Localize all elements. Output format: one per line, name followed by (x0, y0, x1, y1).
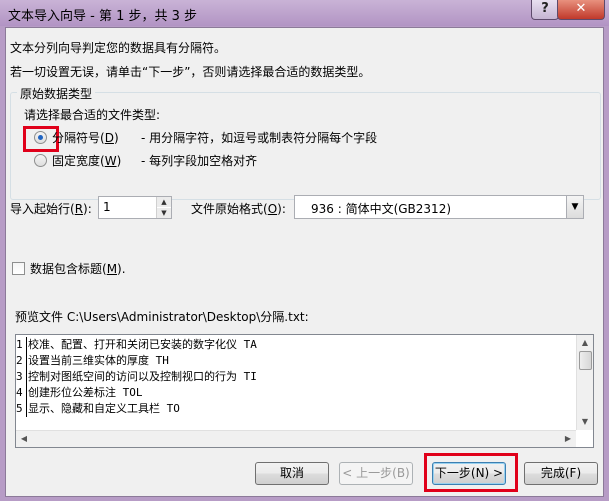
dropdown-arrow-icon[interactable]: ▼ (566, 196, 583, 218)
delimited-radio[interactable] (34, 131, 47, 144)
delimited-option[interactable]: 分隔符号(D) (52, 129, 119, 146)
horizontal-scrollbar[interactable]: ◀ ▶ (16, 430, 576, 447)
scroll-right-arrow-icon[interactable]: ▶ (560, 431, 576, 447)
next-button[interactable]: 下一步(N) > (432, 462, 506, 485)
back-button[interactable]: < 上一步(B) (339, 462, 413, 485)
delimited-description: - 用分隔字符，如逗号或制表符分隔每个字段 (141, 131, 378, 145)
scroll-left-arrow-icon[interactable]: ◀ (16, 431, 32, 447)
spin-up-arrow-icon[interactable]: ▲ (157, 197, 171, 207)
preview-label: 预览文件 C:\Users\Administrator\Desktop\分隔.t… (15, 310, 309, 324)
group-legend: 原始数据类型 (17, 85, 96, 102)
scroll-down-arrow-icon[interactable]: ▼ (577, 414, 593, 430)
start-row-label: 导入起始行(R): (10, 202, 92, 216)
close-button[interactable]: ✕ (557, 0, 605, 20)
preview-row: 2 设置当前三维实体的厚度 TH (16, 353, 169, 369)
fixed-width-description: - 每列字段加空格对齐 (141, 154, 258, 168)
start-row-value: 1 (103, 200, 111, 214)
intro-line-1: 文本分列向导判定您的数据具有分隔符。 (10, 41, 227, 55)
help-button[interactable]: ? (531, 0, 559, 20)
file-origin-label: 文件原始格式(O): (191, 202, 286, 216)
preview-row: 5 显示、隐藏和自定义工具栏 TO (16, 401, 180, 417)
window-title: 文本导入向导 - 第 1 步，共 3 步 (8, 9, 198, 24)
spin-down-arrow-icon[interactable]: ▼ (157, 208, 171, 218)
file-origin-select[interactable]: 936 : 简体中文(GB2312) ▼ (294, 195, 584, 219)
preview-pane[interactable]: 1 校准、配置、打开和关闭已安装的数字化仪 TA 2 设置当前三维实体的厚度 TH … (15, 334, 594, 448)
start-row-stepper[interactable]: 1 ▲ ▼ (98, 196, 172, 219)
fixed-width-option[interactable]: 固定宽度(W) (52, 152, 121, 169)
headers-checkbox-label[interactable]: 数据包含标题(M). (30, 260, 126, 277)
finish-button[interactable]: 完成(F) (524, 462, 598, 485)
preview-row: 1 校准、配置、打开和关闭已安装的数字化仪 TA (16, 337, 257, 353)
vertical-scroll-thumb[interactable] (579, 351, 592, 370)
fixed-width-radio[interactable] (34, 154, 47, 167)
cancel-button[interactable]: 取消 (255, 462, 329, 485)
preview-row: 4 创建形位公差标注 TOL (16, 385, 143, 401)
preview-row: 3 控制对图纸空间的访问以及控制视口的行为 TI (16, 369, 257, 385)
title-bar: 文本导入向导 - 第 1 步，共 3 步 ? ✕ (0, 0, 609, 26)
file-origin-value: 936 : 简体中文(GB2312) (311, 202, 452, 216)
file-type-prompt: 请选择最合适的文件类型: (24, 108, 161, 122)
original-data-type-group: 原始数据类型 请选择最合适的文件类型: 分隔符号(D) - 用分隔字符，如逗号或… (10, 85, 601, 200)
headers-checkbox[interactable] (12, 262, 25, 275)
vertical-scrollbar[interactable]: ▲ ▼ (576, 335, 593, 430)
intro-line-2: 若一切设置无误，请单击“下一步”，否则请选择最合适的数据类型。 (10, 65, 371, 79)
scroll-up-arrow-icon[interactable]: ▲ (577, 335, 593, 351)
dialog-body: 文本分列向导判定您的数据具有分隔符。 若一切设置无误，请单击“下一步”，否则请选… (5, 27, 604, 497)
